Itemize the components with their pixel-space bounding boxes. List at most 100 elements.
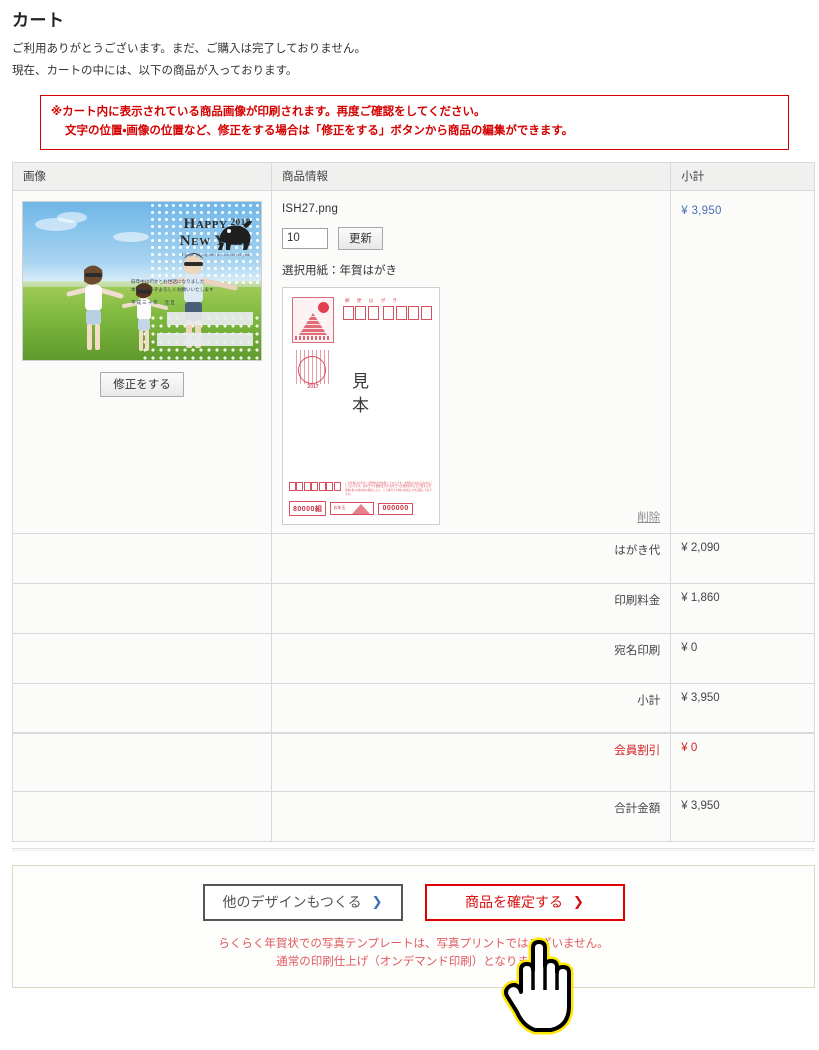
summary-blank-cell [12, 732, 272, 792]
summary-blank-cell [12, 790, 272, 842]
quantity-row: 更新 [281, 226, 660, 250]
summary-blank-cell [12, 682, 272, 734]
masked-address-bar [156, 332, 253, 346]
zip-box [355, 305, 367, 320]
cloud-icon [56, 211, 87, 223]
lottery-group-number: 80000組 [288, 501, 327, 517]
summary-row-printing-fee: 印刷料金 ¥ 1,860 [12, 582, 815, 634]
summary-row-address-printing: 宛名印刷 ¥ 0 [12, 632, 815, 684]
summary-blank-cell [12, 532, 272, 584]
chevron-right-icon: ❯ [573, 894, 584, 910]
sample-char-2: 本 [351, 396, 370, 416]
chevron-right-icon: ❯ [371, 894, 383, 910]
stamp-base-pattern [294, 335, 331, 340]
summary-row-subtotal: 小計 ¥ 3,950 [12, 682, 815, 734]
sample-char-1: 見 [351, 371, 370, 391]
new-year-card-preview[interactable]: Happy 2018 New Year I hope you spend a wo… [21, 200, 262, 361]
selected-paper-label: 選択用紙：年賀はがき [281, 264, 397, 277]
lottery-legal-note: この年賀はがきは一部寄附金を加算しております。寄附金のお払込みを完了しております… [344, 481, 433, 497]
masked-name-bar [166, 311, 253, 325]
print-warning-notice: ※カート内に表示されている商品画像が印刷されます。再度ご確認をしてください。 文… [40, 94, 789, 150]
postage-stamp-icon [291, 296, 334, 343]
cart-page: カート ご利用ありがとうございます。まだ、ご購入は完了しておりません。 現在、カ… [0, 6, 819, 1050]
summary-value: ¥ 3,950 [670, 790, 815, 842]
confirm-product-label: 商品を確定する [465, 894, 564, 911]
cart-table: 画像 商品情報 小計 Happy 2018 New Year I hope yo… [12, 161, 815, 842]
section-divider [12, 847, 815, 851]
nengajo-postcard-sample: 2017 郵 便 は が き 見 本 この年賀はがきは一部寄附金を加算しておりま… [281, 286, 440, 525]
summary-blank-cell [12, 582, 272, 634]
fuji-pattern [300, 315, 327, 334]
table-header-row: 画像 商品情報 小計 [12, 161, 815, 191]
footnote-line-1: らくらく年賀状での写真テンプレートは、写真プリントではございません。 [218, 937, 609, 950]
zip-code-boxes [342, 305, 432, 320]
item-subtotal-value: ¥ 3,950 [681, 204, 722, 217]
summary-label: 印刷料金 [270, 582, 672, 634]
header-subtotal: 小計 [670, 161, 815, 191]
greeting-line-1: 旧年中は何かとお世話になりました [130, 278, 205, 284]
lottery-check-boxes [288, 481, 341, 491]
summary-value: ¥ 0 [670, 632, 815, 684]
action-panel: 他のデザインもつくる ❯ 商品を確定する ❯ らくらく年賀状での写真テンプレート… [12, 864, 815, 989]
product-filename: ISH27.png [281, 202, 339, 215]
lottery-serial-number: 000000 [378, 502, 413, 515]
lottery-bottom-row: 80000組 お年玉 000000 [288, 501, 433, 517]
headline-subtext: I hope you spend a wonderful year [181, 251, 251, 257]
footnote-block: らくらく年賀状での写真テンプレートは、写真プリントではございません。 通常の印刷… [13, 935, 814, 972]
summary-row-member-discount: 会員割引 ¥ 0 [12, 732, 815, 792]
item-subtotal-cell: ¥ 3,950 [670, 189, 815, 534]
other-design-label: 他のデザインもつくる [222, 894, 362, 911]
seal-text: お年玉 [333, 505, 346, 511]
summary-value: ¥ 0 [670, 732, 815, 792]
cart-item-row: Happy 2018 New Year I hope you spend a wo… [12, 189, 815, 534]
zip-box [408, 305, 420, 320]
header-image: 画像 [12, 161, 272, 191]
edit-product-button[interactable]: 修正をする [100, 371, 184, 397]
summary-blank-cell [12, 632, 272, 684]
summary-label: 会員割引 [270, 732, 672, 792]
summary-row-total: 合計金額 ¥ 3,950 [12, 790, 815, 842]
page-title: カート [12, 11, 65, 30]
update-quantity-button[interactable]: 更新 [337, 226, 383, 250]
sample-watermark: 見 本 [283, 370, 439, 419]
rising-sun-icon [317, 301, 329, 313]
summary-label: 小計 [270, 682, 672, 734]
otoshidama-seal-icon: お年玉 [330, 502, 375, 516]
intro-line-2: 現在、カートの中には、以下の商品が入っております。 [12, 64, 298, 77]
lottery-section: この年賀はがきは一部寄附金を加算しております。寄附金のお払込みを完了しております… [288, 481, 433, 518]
thumbnail-wrapper: Happy 2018 New Year I hope you spend a wo… [21, 200, 262, 397]
other-design-button[interactable]: 他のデザインもつくる ❯ [202, 883, 403, 921]
seal-fuji-icon [352, 504, 371, 515]
dog-illustration-icon [217, 220, 252, 250]
item-image-cell: Happy 2018 New Year I hope you spend a wo… [12, 189, 272, 534]
greeting-date: 平成三十年 元旦 [130, 300, 176, 305]
item-info-cell: ISH27.png 更新 選択用紙：年賀はがき [270, 189, 672, 534]
action-button-row: 他のデザインもつくる ❯ 商品を確定する ❯ [13, 883, 814, 921]
footnote-line-2: 通常の印刷仕上げ（オンデマンド印刷）となります。 [276, 955, 551, 968]
summary-label: はがき代 [270, 532, 672, 584]
summary-value: ¥ 2,090 [670, 532, 815, 584]
zip-box [367, 305, 379, 320]
intro-line-1: ご利用ありがとうございます。まだ、ご購入は完了しておりません。 [12, 43, 366, 55]
zip-box [395, 305, 407, 320]
postcard-label: 郵 便 は が き [344, 297, 401, 303]
summary-value: ¥ 1,860 [670, 582, 815, 634]
person-mother-figure [66, 265, 124, 350]
summary-label: 合計金額 [270, 790, 672, 842]
zip-box [420, 305, 432, 320]
zip-box [383, 305, 395, 320]
confirm-product-button[interactable]: 商品を確定する ❯ [424, 883, 625, 921]
summary-label: 宛名印刷 [270, 632, 672, 684]
edit-button-wrapper: 修正をする [22, 371, 262, 397]
quantity-input[interactable] [281, 227, 328, 249]
greeting-line-2: 本年もどうぞよろしくお願いいたします [130, 287, 214, 293]
summary-row-postcard-fee: はがき代 ¥ 2,090 [12, 532, 815, 584]
zip-box [342, 305, 354, 320]
notice-line-1: ※カート内に表示されている商品画像が印刷されます。再度ご確認をしてください。 [51, 105, 486, 118]
header-product-info: 商品情報 [270, 161, 672, 191]
delete-item-link[interactable]: 削除 [637, 509, 660, 525]
summary-value: ¥ 3,950 [670, 682, 815, 734]
lottery-top-row: この年賀はがきは一部寄附金を加算しております。寄附金のお払込みを完了しております… [288, 481, 433, 498]
greeting-text-block: 旧年中は何かとお世話になりました 本年もどうぞよろしくお願いいたします 平成三十… [131, 278, 253, 308]
notice-line-2: 文字の位置・画像の位置など、修正をする場合は「修正をする」ボタンから商品の編集が… [65, 124, 574, 137]
